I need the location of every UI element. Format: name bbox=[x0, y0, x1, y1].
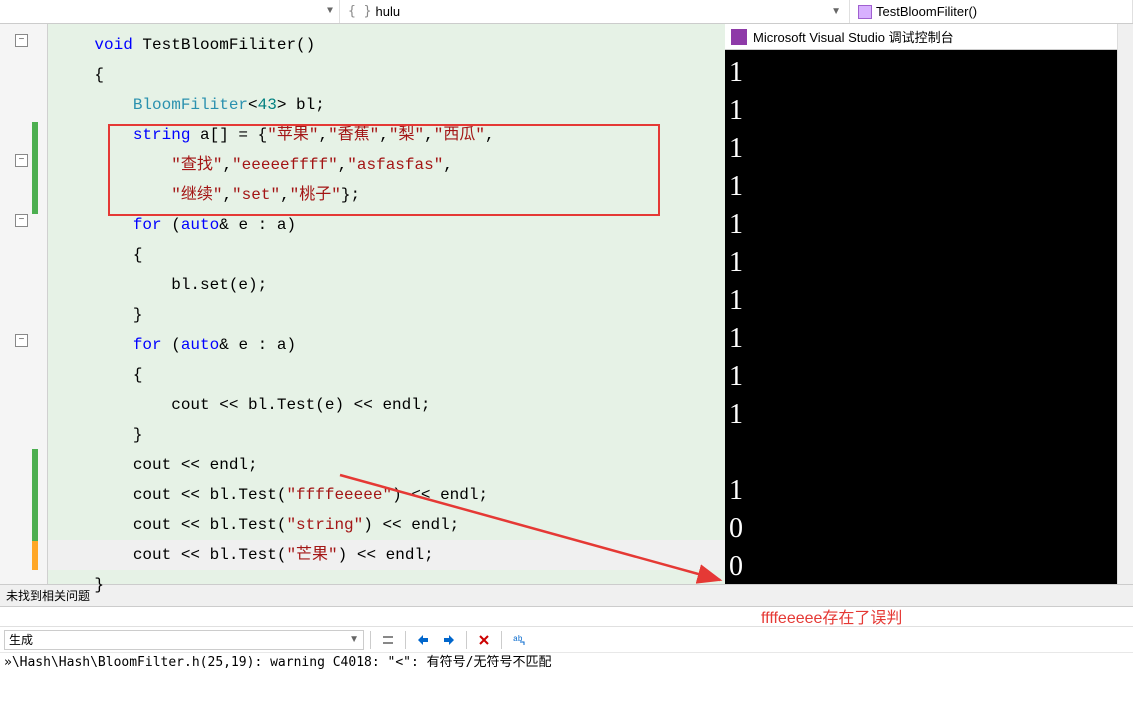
change-bar bbox=[32, 541, 38, 570]
fold-button[interactable]: − bbox=[15, 154, 28, 167]
separator bbox=[466, 631, 467, 649]
dropdown-arrow-icon[interactable]: ▼ bbox=[831, 6, 841, 17]
code-panel: − − − − void TestBloomFiliter() { BloomF… bbox=[0, 24, 725, 584]
code-content[interactable]: void TestBloomFiliter() { BloomFiliter<4… bbox=[48, 24, 725, 584]
console-line: 1 bbox=[729, 396, 1129, 434]
gutter: − − − − bbox=[0, 24, 48, 584]
svg-text:ab: ab bbox=[513, 635, 523, 644]
fold-button[interactable]: − bbox=[15, 34, 28, 47]
console-panel: Microsoft Visual Studio 调试控制台 1111111111… bbox=[725, 24, 1133, 584]
code-line[interactable]: } bbox=[48, 420, 725, 450]
tab-label: TestBloomFiliter() bbox=[876, 4, 977, 19]
code-line[interactable]: for (auto& e : a) bbox=[48, 210, 725, 240]
separator bbox=[370, 631, 371, 649]
code-line[interactable]: cout << bl.Test(e) << endl; bbox=[48, 390, 725, 420]
console-line: 1 bbox=[729, 206, 1129, 244]
scrollbar-vertical[interactable] bbox=[1117, 24, 1133, 584]
code-line[interactable]: cout << bl.Test("string") << endl; bbox=[48, 510, 725, 540]
toolbar-btn-prev[interactable] bbox=[412, 629, 434, 651]
tab-namespace[interactable]: { } hulu ▼ bbox=[340, 0, 850, 23]
console-line: 1 bbox=[729, 472, 1129, 510]
tab-label: hulu bbox=[375, 4, 400, 19]
code-line[interactable]: { bbox=[48, 240, 725, 270]
output-text[interactable]: »\Hash\Hash\BloomFilter.h(25,19): warnin… bbox=[0, 653, 1133, 673]
console-line: 1 bbox=[729, 168, 1129, 206]
code-line[interactable]: BloomFiliter<43> bl; bbox=[48, 90, 725, 120]
output-source-dropdown[interactable]: 生成 ▼ bbox=[4, 630, 364, 650]
fold-button[interactable]: − bbox=[15, 334, 28, 347]
code-line[interactable]: { bbox=[48, 60, 725, 90]
main-area: − − − − void TestBloomFiliter() { BloomF… bbox=[0, 24, 1133, 584]
console-body[interactable]: 1111111111100 bbox=[725, 50, 1133, 590]
tab-function[interactable]: TestBloomFiliter() bbox=[850, 0, 1133, 23]
console-line: 1 bbox=[729, 54, 1129, 92]
dropdown-arrow-icon: ▼ bbox=[349, 634, 359, 645]
console-line bbox=[729, 434, 1129, 472]
toolbar-btn-clear[interactable] bbox=[473, 629, 495, 651]
console-line: 0 bbox=[729, 548, 1129, 586]
console-line: 1 bbox=[729, 244, 1129, 282]
dropdown-arrow-icon[interactable]: ▼ bbox=[327, 6, 333, 17]
console-title-text: Microsoft Visual Studio 调试控制台 bbox=[753, 27, 954, 46]
console-line: 0 bbox=[729, 510, 1129, 548]
brackets-icon: { } bbox=[348, 4, 371, 19]
console-line: 1 bbox=[729, 320, 1129, 358]
code-line[interactable]: "继续","set","桃子"}; bbox=[48, 180, 725, 210]
code-line[interactable]: } bbox=[48, 300, 725, 330]
console-line: 1 bbox=[729, 92, 1129, 130]
top-bar: ▼ { } hulu ▼ TestBloomFiliter() bbox=[0, 0, 1133, 24]
code-line[interactable]: for (auto& e : a) bbox=[48, 330, 725, 360]
code-line[interactable]: string a[] = {"苹果","香蕉","梨","西瓜", bbox=[48, 120, 725, 150]
code-line[interactable]: cout << bl.Test("芒果") << endl; bbox=[48, 540, 725, 570]
toolbar-btn-next[interactable] bbox=[438, 629, 460, 651]
code-line[interactable]: { bbox=[48, 360, 725, 390]
toolbar-btn-1[interactable] bbox=[377, 629, 399, 651]
output-panel: 生成 ▼ ab »\Hash\Hash\BloomFilter.h(25,19)… bbox=[0, 606, 1133, 673]
console-line: 1 bbox=[729, 130, 1129, 168]
toolbar-btn-wrap[interactable]: ab bbox=[508, 629, 530, 651]
code-line[interactable]: bl.set(e); bbox=[48, 270, 725, 300]
top-spacer: ▼ bbox=[0, 0, 340, 23]
fold-button[interactable]: − bbox=[15, 214, 28, 227]
console-line: 1 bbox=[729, 282, 1129, 320]
code-line[interactable]: cout << bl.Test("ffffeeeee") << endl; bbox=[48, 480, 725, 510]
separator bbox=[501, 631, 502, 649]
console-icon bbox=[731, 29, 747, 45]
console-title-bar: Microsoft Visual Studio 调试控制台 bbox=[725, 24, 1133, 50]
separator bbox=[405, 631, 406, 649]
console-line: 1 bbox=[729, 358, 1129, 396]
code-line[interactable]: } bbox=[48, 570, 725, 600]
code-line[interactable]: "查找","eeeeeffff","asfasfas", bbox=[48, 150, 725, 180]
annotation-text: ffffeeeee存在了误判 bbox=[761, 604, 902, 628]
cube-icon bbox=[858, 5, 872, 19]
output-toolbar: 生成 ▼ ab bbox=[0, 627, 1133, 653]
change-bar bbox=[32, 122, 38, 214]
code-line[interactable]: void TestBloomFiliter() bbox=[48, 30, 725, 60]
change-bar bbox=[32, 449, 38, 541]
code-line[interactable]: cout << endl; bbox=[48, 450, 725, 480]
